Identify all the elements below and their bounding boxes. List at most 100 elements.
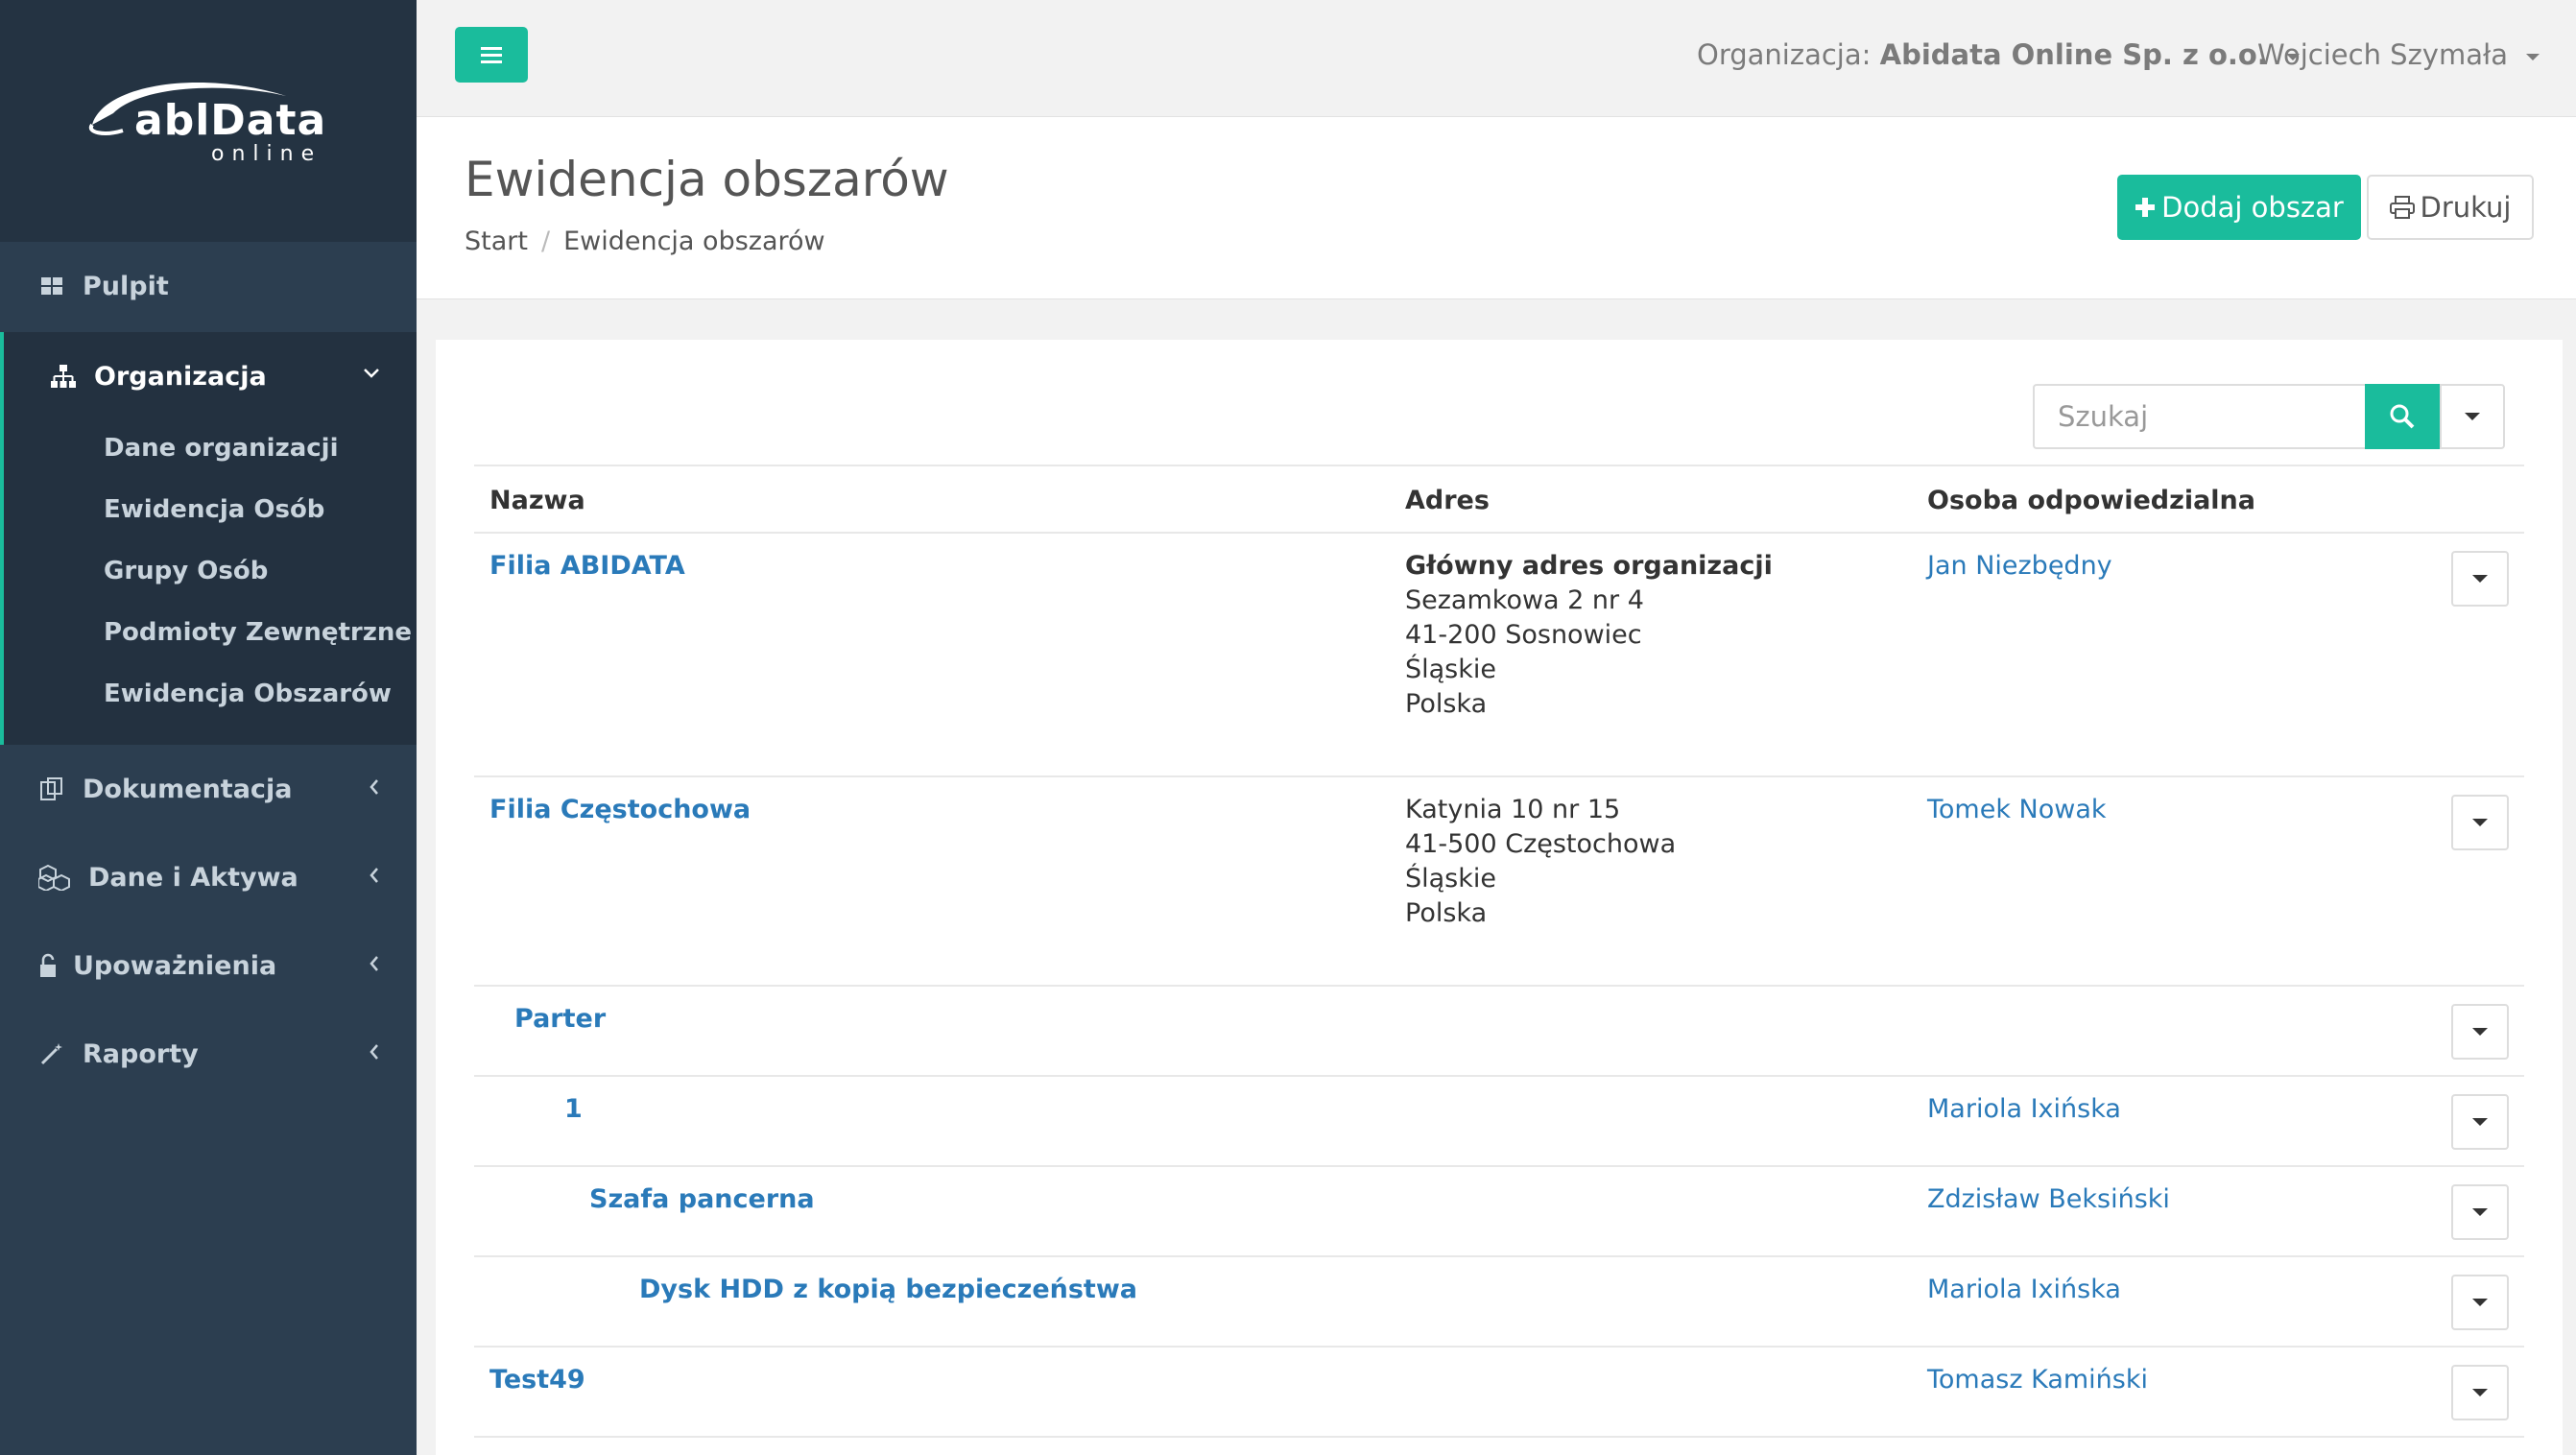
sidebar-item-label: Upoważnienia [73,950,277,981]
chevron-left-icon [369,1042,380,1066]
add-area-button[interactable]: Dodaj obszar [2117,175,2361,240]
address-line: 41-200 Sosnowiec [1405,620,1642,650]
search-icon [2390,404,2415,429]
sidebar-item-organizacja[interactable]: Organizacja [0,332,417,420]
area-name-link[interactable]: Parter [514,1004,606,1034]
address-line: 41-500 Częstochowa [1405,829,1677,859]
address-line: Polska [1405,689,1488,719]
row-actions-dropdown[interactable] [2451,1365,2509,1420]
unlock-icon [38,952,58,979]
address-title: Główny adres organizacji [1405,551,1773,581]
caret-down-icon [2465,413,2480,420]
logo-area: ablData online [0,0,417,242]
row-divider [474,1165,2524,1167]
caret-down-icon [2472,1208,2488,1216]
address-line: Śląskie [1405,864,1497,894]
sidebar-toggle-button[interactable] [455,27,528,83]
responsible-person-link[interactable]: Tomek Nowak [1927,795,2107,824]
cubes-icon [38,864,71,891]
search-input[interactable]: Szukaj [2033,384,2367,449]
column-header-adres[interactable]: Adres [1405,486,1490,515]
chevron-down-icon [363,361,380,385]
caret-down-icon [2526,53,2540,60]
row-divider [474,1075,2524,1077]
sitemap-icon [50,363,77,390]
row-actions-dropdown[interactable] [2451,551,2509,607]
area-name-link[interactable]: Szafa pancerna [589,1184,815,1214]
area-address: Główny adres organizacji Sezamkowa 2 nr … [1405,549,1773,722]
plus-icon [2135,198,2156,217]
row-actions-dropdown[interactable] [2451,1004,2509,1060]
area-name-link[interactable]: Filia Częstochowa [489,795,751,824]
sidebar-item-dane-i-aktywa[interactable]: Dane i Aktywa [0,833,417,921]
caret-down-icon [2472,1118,2488,1126]
area-address: Katynia 10 nr 15 41-500 Częstochowa Śląs… [1405,793,1676,931]
responsible-person-link[interactable]: Jan Niezbędny [1927,551,2112,581]
submenu-item-podmioty-zewnetrzne[interactable]: Podmioty Zewnętrzne [104,618,412,647]
breadcrumb-current: Ewidencja obszarów [563,227,825,256]
sidebar-item-pulpit[interactable]: Pulpit [0,242,417,330]
row-divider [474,1346,2524,1348]
responsible-person-link[interactable]: Mariola Ixińska [1927,1275,2121,1304]
search-placeholder: Szukaj [2058,400,2149,433]
row-divider [474,1255,2524,1257]
caret-down-icon [2472,1028,2488,1036]
user-menu[interactable]: Wojciech Szymała [2257,38,2540,71]
area-name-link[interactable]: Filia ABIDATA [489,551,685,581]
logo-text: ablData [134,96,327,145]
caret-down-icon [2472,1389,2488,1396]
area-name-link[interactable]: 1 [564,1094,583,1124]
app-logo[interactable]: ablData online [84,75,327,171]
address-line: Polska [1405,898,1488,928]
row-divider [474,775,2524,777]
dashboard-icon [38,273,65,299]
sidebar-item-label: Dokumentacja [83,774,293,804]
submenu-item-ewidencja-obszarow[interactable]: Ewidencja Obszarów [104,680,392,708]
table-top-border [474,465,2524,466]
responsible-person-link[interactable]: Zdzisław Beksiński [1927,1184,2170,1214]
breadcrumb: Start / Ewidencja obszarów [465,227,825,256]
submenu-item-dane-organizacji[interactable]: Dane organizacji [104,434,339,463]
org-prefix: Organizacja: [1697,38,1872,71]
caret-down-icon [2472,1299,2488,1306]
print-label: Drukuj [2420,191,2512,224]
sidebar-item-label: Dane i Aktywa [88,862,298,893]
sidebar-item-raporty[interactable]: Raporty [0,1010,417,1098]
caret-down-icon [2472,819,2488,826]
row-actions-dropdown[interactable] [2451,1275,2509,1330]
column-header-osoba[interactable]: Osoba odpowiedzialna [1927,486,2255,515]
chevron-left-icon [369,954,380,978]
page-title: Ewidencja obszarów [465,152,949,207]
chevron-left-icon [369,777,380,801]
org-name: Abidata Online Sp. z o.o. [1879,38,2268,71]
sidebar-item-label: Organizacja [94,361,267,392]
organization-menu[interactable]: Organizacja: Abidata Online Sp. z o.o. [1697,38,2301,71]
submenu-item-ewidencja-osob[interactable]: Ewidencja Osób [104,495,324,524]
responsible-person-link[interactable]: Tomasz Kamiński [1927,1365,2148,1395]
submenu-item-grupy-osob[interactable]: Grupy Osób [104,557,268,585]
address-line: Śląskie [1405,655,1497,684]
organizacja-submenu: Dane organizacji Ewidencja Osób Grupy Os… [0,420,417,745]
chevron-left-icon [369,866,380,890]
row-divider [474,985,2524,987]
sidebar-item-label: Pulpit [83,271,169,301]
search-options-dropdown[interactable] [2440,384,2505,449]
area-name-link[interactable]: Test49 [489,1365,585,1395]
breadcrumb-start[interactable]: Start [465,227,528,256]
table-header-border [474,532,2524,534]
user-name: Wojciech Szymała [2257,38,2508,71]
column-header-nazwa[interactable]: Nazwa [489,486,585,515]
row-actions-dropdown[interactable] [2451,1094,2509,1150]
search-button[interactable] [2365,384,2440,449]
print-button[interactable]: Drukuj [2367,175,2534,240]
files-icon [38,775,65,802]
row-actions-dropdown[interactable] [2451,1184,2509,1240]
sidebar-item-dokumentacja[interactable]: Dokumentacja [0,745,417,833]
row-actions-dropdown[interactable] [2451,795,2509,850]
hamburger-icon [481,47,502,63]
printer-icon [2389,196,2415,219]
logo-subtext: online [211,142,322,166]
area-name-link[interactable]: Dysk HDD z kopią bezpieczeństwa [639,1275,1137,1304]
sidebar-item-upowaznienia[interactable]: Upoważnienia [0,921,417,1010]
responsible-person-link[interactable]: Mariola Ixińska [1927,1094,2121,1124]
